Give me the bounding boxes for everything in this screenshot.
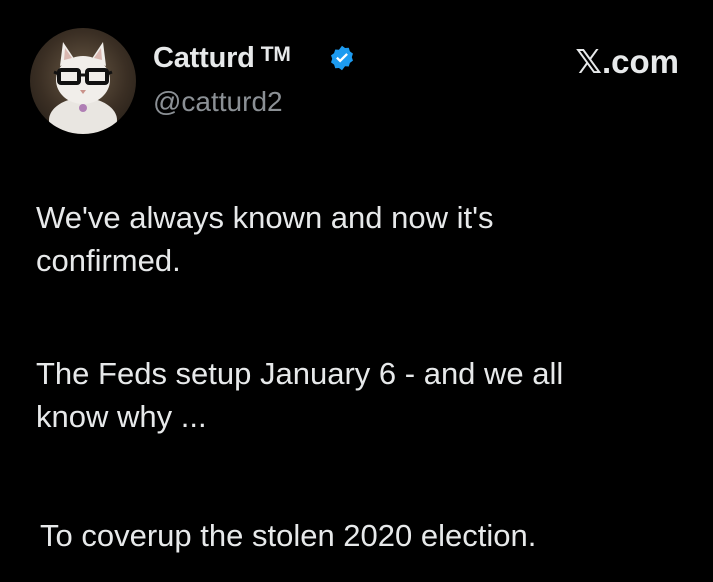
tweet-paragraph: We've always known and now it's confirme… (36, 200, 494, 278)
author-handle[interactable]: @catturd2 (153, 86, 283, 118)
cat-with-glasses-avatar-icon (49, 42, 117, 134)
author-display-name[interactable]: Catturd TM (153, 42, 291, 75)
tweet-card: Catturd TM @catturd2 𝕏.com We've always k… (0, 0, 713, 582)
author-name-text: Catturd (153, 42, 255, 74)
site-watermark-label: 𝕏.com (575, 43, 679, 80)
trademark-mark: TM (260, 43, 291, 66)
tweet-paragraph: To coverup the stolen 2020 election. (40, 518, 537, 553)
author-avatar[interactable] (30, 28, 136, 134)
verified-badge-icon (331, 45, 353, 71)
tweet-paragraph: The Feds setup January 6 - and we all kn… (36, 356, 564, 434)
